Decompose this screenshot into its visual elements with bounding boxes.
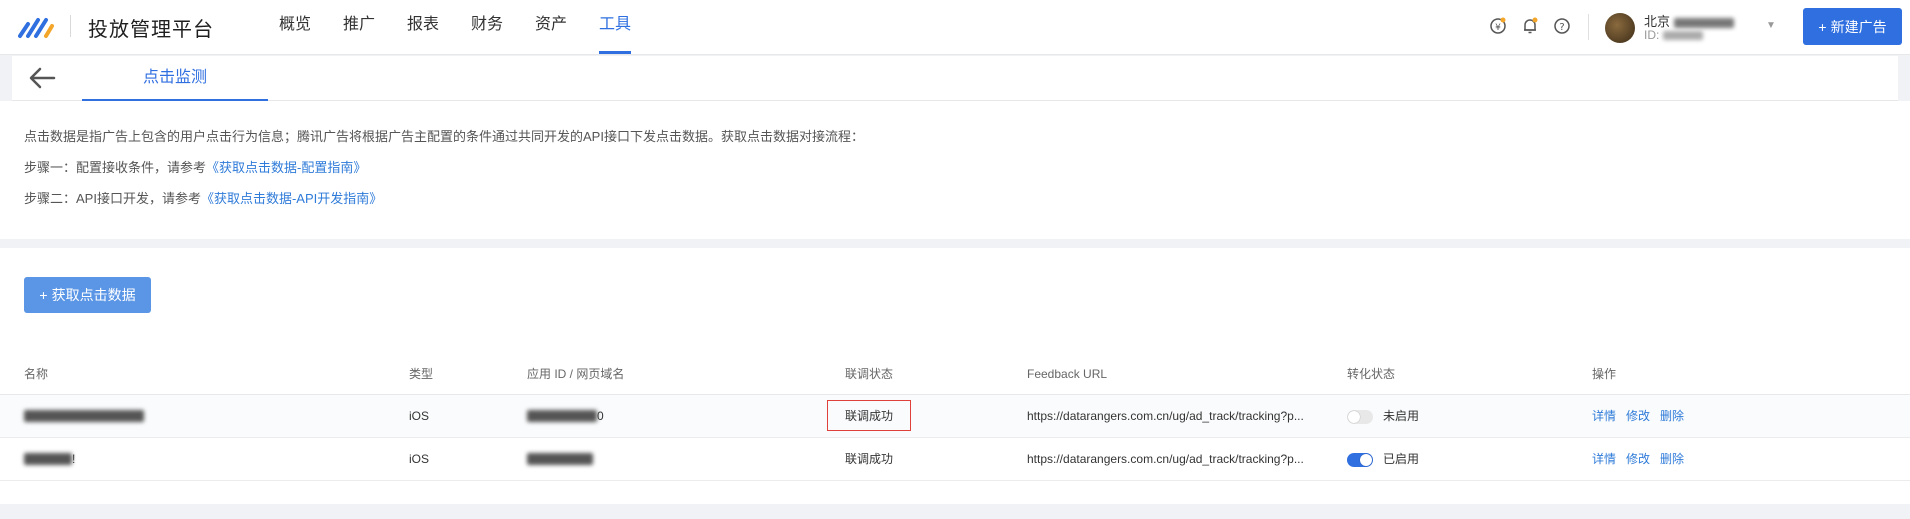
- tab-click-monitoring[interactable]: 点击监测: [82, 56, 268, 101]
- table-header-row: 名称 类型 应用 ID / 网页域名 联调状态 Feedback URL 转化状…: [0, 354, 1910, 395]
- description-intro: 点击数据是指广告上包含的用户点击行为信息；腾讯广告将根据广告主配置的条件通过共同…: [24, 129, 864, 144]
- page-subheader: 点击监测: [12, 56, 1898, 101]
- redacted-account-id: [1662, 31, 1703, 41]
- account-avatar[interactable]: [1605, 13, 1635, 43]
- detail-link[interactable]: 详情: [1592, 409, 1616, 423]
- click-data-card: + 获取点击数据 名称 类型 应用 ID / 网页域名 联调状态 Feedbac…: [0, 248, 1910, 504]
- currency-notice-icon[interactable]: ¥: [1488, 16, 1508, 36]
- cell-ops: 详情 修改 删除: [1592, 437, 1910, 481]
- new-ad-button-label: 新建广告: [1830, 18, 1887, 35]
- help-icon[interactable]: ?: [1552, 16, 1572, 36]
- nav-promotion[interactable]: 推广: [343, 0, 407, 55]
- plus-icon: +: [39, 287, 48, 303]
- logo-divider: [70, 15, 71, 37]
- platform-title: 投放管理平台: [88, 19, 214, 41]
- redacted-name: [24, 453, 72, 466]
- cell-name: !: [0, 437, 409, 481]
- nav-reports[interactable]: 报表: [407, 0, 471, 55]
- cell-name: [0, 394, 409, 438]
- column-header-feedback-url: Feedback URL: [1027, 354, 1347, 395]
- cell-status: 联调成功: [845, 437, 1027, 481]
- conversion-toggle[interactable]: [1347, 452, 1373, 467]
- conversion-toggle[interactable]: [1347, 409, 1373, 424]
- cell-type: iOS: [409, 394, 527, 438]
- delete-link[interactable]: 删除: [1660, 452, 1684, 466]
- column-header-conversion: 转化状态: [1347, 354, 1592, 395]
- table-row: ! iOS 联调成功 https://datarangers.com.cn/ug…: [0, 437, 1910, 481]
- nav-assets[interactable]: 资产: [535, 0, 599, 55]
- cell-conversion: 未启用: [1347, 394, 1592, 438]
- column-header-name: 名称: [0, 354, 409, 395]
- edit-link[interactable]: 修改: [1626, 409, 1650, 423]
- column-header-ops: 操作: [1592, 354, 1910, 395]
- svg-text:?: ?: [1559, 22, 1564, 33]
- detail-link[interactable]: 详情: [1592, 452, 1616, 466]
- config-guide-link[interactable]: 《获取点击数据-配置指南》: [206, 160, 366, 175]
- header-divider: [1588, 14, 1589, 40]
- cell-conversion: 已启用: [1347, 437, 1592, 481]
- description-step1: 步骤一：配置接收条件，请参考《获取点击数据-配置指南》: [24, 160, 367, 175]
- cell-type: iOS: [409, 437, 527, 481]
- table-row: iOS 0 联调成功 https://datarangers.com.cn/ug…: [0, 394, 1910, 438]
- delete-link[interactable]: 删除: [1660, 409, 1684, 423]
- redacted-account-name: [1673, 17, 1734, 28]
- back-arrow-icon[interactable]: [28, 66, 56, 90]
- description-panel: 点击数据是指广告上包含的用户点击行为信息；腾讯广告将根据广告主配置的条件通过共同…: [0, 101, 1910, 239]
- highlighted-status: 联调成功: [827, 400, 912, 431]
- redacted-name: [24, 410, 144, 423]
- column-header-status: 联调状态: [845, 354, 1027, 395]
- get-click-data-button-label: 获取点击数据: [51, 287, 136, 303]
- api-guide-link[interactable]: 《获取点击数据-API开发指南》: [201, 191, 382, 206]
- account-id: ID:: [1644, 28, 1703, 42]
- redacted-app-id: [527, 410, 597, 423]
- new-ad-button[interactable]: + 新建广告: [1803, 8, 1902, 45]
- cell-feedback-url: https://datarangers.com.cn/ug/ad_track/t…: [1027, 394, 1347, 438]
- get-click-data-button[interactable]: + 获取点击数据: [24, 277, 151, 313]
- click-data-table: 名称 类型 应用 ID / 网页域名 联调状态 Feedback URL 转化状…: [0, 354, 1910, 481]
- top-navigation-bar: 投放管理平台 概览 推广 报表 财务 资产 工具 ¥ ? 北京 ID: ▼ + …: [0, 0, 1910, 55]
- header-icon-group: ¥ ?: [1488, 16, 1572, 36]
- edit-link[interactable]: 修改: [1626, 452, 1650, 466]
- cell-status: 联调成功: [827, 394, 1027, 438]
- cell-ops: 详情 修改 删除: [1592, 394, 1910, 438]
- plus-icon: +: [1818, 18, 1827, 35]
- main-nav: 概览 推广 报表 财务 资产 工具: [279, 0, 663, 55]
- toggle-knob: [1360, 453, 1372, 466]
- bell-icon[interactable]: [1520, 16, 1540, 36]
- cell-feedback-url: https://datarangers.com.cn/ug/ad_track/t…: [1027, 437, 1347, 481]
- nav-overview[interactable]: 概览: [279, 0, 343, 55]
- description-step2: 步骤二：API接口开发，请参考《获取点击数据-API开发指南》: [24, 191, 383, 206]
- redacted-app-id: [527, 453, 593, 466]
- cell-app: [527, 437, 845, 481]
- nav-finance[interactable]: 财务: [471, 0, 535, 55]
- column-header-app: 应用 ID / 网页域名: [527, 354, 845, 395]
- column-header-type: 类型: [409, 354, 527, 395]
- platform-logo-icon[interactable]: [18, 14, 56, 40]
- toggle-knob: [1348, 410, 1360, 423]
- cell-app: 0: [527, 394, 845, 438]
- svg-text:¥: ¥: [1495, 23, 1501, 33]
- account-dropdown-caret-icon[interactable]: ▼: [1766, 20, 1776, 31]
- nav-tools[interactable]: 工具: [599, 0, 663, 55]
